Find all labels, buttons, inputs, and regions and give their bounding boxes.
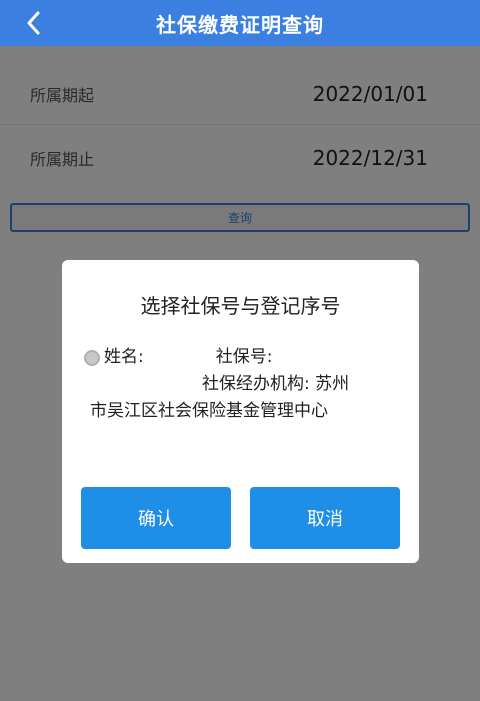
page-title: 社保缴费证明查询 bbox=[156, 12, 324, 37]
chevron-left-icon bbox=[27, 11, 40, 35]
confirm-button[interactable]: 确认 bbox=[81, 487, 231, 549]
cancel-button[interactable]: 取消 bbox=[250, 487, 400, 549]
name-label: 姓名: bbox=[104, 347, 144, 367]
back-button[interactable] bbox=[18, 8, 48, 38]
agency-text-line2: 市吴江区社会保险基金管理中心 bbox=[90, 401, 328, 421]
agency-text-line1: 社保经办机构: 苏州 bbox=[202, 374, 350, 394]
ssn-label: 社保号: bbox=[215, 347, 273, 367]
ssn-option[interactable]: 姓名: 社保号: 社保经办机构: 苏州 市吴江区社会保险基金管理中心 bbox=[84, 344, 402, 425]
radio-button[interactable] bbox=[84, 349, 100, 366]
dialog-title: 选择社保号与登记序号 bbox=[140, 294, 341, 318]
app-header: 社保缴费证明查询 bbox=[0, 0, 480, 46]
select-ssn-dialog: 选择社保号与登记序号 姓名: 社保号: 社保经办机构: 苏州 市吴江区社会保险基… bbox=[62, 260, 419, 563]
